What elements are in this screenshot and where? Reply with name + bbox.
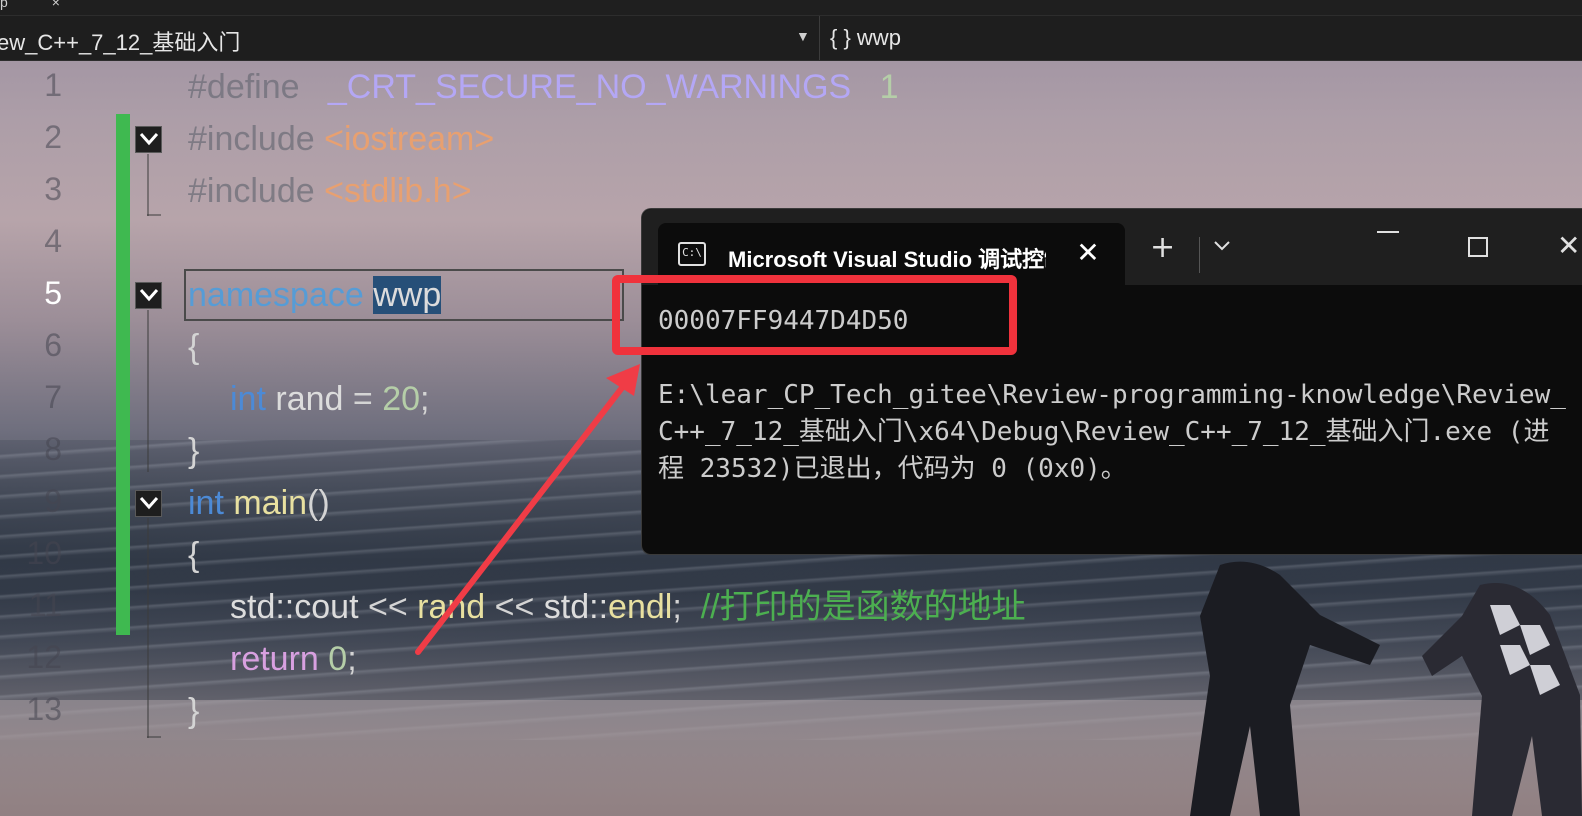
code-line-12: return 0;: [230, 640, 357, 678]
chevron-down-icon[interactable]: [1213, 237, 1231, 256]
fold-collapse-icon[interactable]: [135, 490, 162, 517]
line-number: 2: [44, 119, 62, 155]
maximize-icon[interactable]: [1468, 237, 1488, 257]
document-tab-label: p: [0, 0, 8, 10]
code-line-8: }: [188, 432, 200, 470]
fold-guide: [147, 736, 161, 738]
new-tab-icon[interactable]: +: [1150, 233, 1175, 263]
line-number: 4: [44, 223, 62, 259]
code-line-1: #define _CRT_SECURE_NO_WARNINGS 1: [188, 68, 899, 106]
change-indicator-bar: [116, 114, 130, 635]
chevron-down-icon: ▼: [796, 28, 810, 44]
code-line-13: }: [188, 692, 200, 730]
line-number: 12: [26, 639, 62, 675]
divider: [1199, 237, 1200, 273]
line-number-active: 5: [44, 275, 62, 311]
fold-guide: [147, 518, 149, 738]
code-line-9: int main(): [188, 484, 330, 522]
close-tab-icon[interactable]: ✕: [1070, 235, 1106, 271]
selected-identifier: wwp: [373, 276, 442, 314]
line-number: 1: [44, 67, 62, 103]
project-dropdown[interactable]: ew_C++_7_12_基础入门 ▼: [0, 16, 820, 60]
code-comment: //打印的是函数的地址: [700, 588, 1026, 626]
highlight-box: [612, 275, 1017, 355]
terminal-icon: C:\: [678, 242, 706, 266]
line-number: 7: [44, 379, 62, 415]
fold-collapse-icon[interactable]: [135, 282, 162, 309]
code-line-2: #include <iostream>: [188, 120, 495, 158]
code-line-10: {: [188, 536, 200, 574]
editor-navigation-bar: ew_C++_7_12_基础入门 ▼ { } wwp: [0, 15, 1582, 61]
fold-guide: [147, 310, 149, 472]
code-line-11: std::cout << rand << std::endl; //打印的是函数…: [230, 588, 1026, 626]
line-number: 6: [44, 327, 62, 363]
line-number: 3: [44, 171, 62, 207]
fold-guide: [147, 214, 161, 216]
tab-close-icon[interactable]: ×: [52, 0, 60, 10]
code-line-5: namespace wwp: [188, 276, 442, 314]
code-line-6: {: [188, 328, 200, 366]
fold-collapse-icon[interactable]: [135, 126, 162, 153]
fold-guide: [147, 154, 149, 216]
line-number: 8: [44, 431, 62, 467]
code-line-7: int rand = 20;: [230, 380, 430, 418]
debug-console-window[interactable]: C:\ Microsoft Visual Studio 调试控制台 ✕ + ✕ …: [641, 208, 1582, 555]
console-title-bar: C:\ Microsoft Visual Studio 调试控制台 ✕ + ✕: [642, 209, 1582, 285]
console-tab-title: Microsoft Visual Studio 调试控制台: [728, 247, 1046, 272]
line-number: 11: [28, 587, 62, 623]
close-window-icon[interactable]: ✕: [1557, 229, 1580, 262]
console-exit-message: E:\lear_CP_Tech_gitee\Review-programming…: [658, 380, 1566, 484]
minimize-icon[interactable]: [1377, 231, 1399, 233]
line-number: 9: [44, 483, 62, 519]
project-dropdown-label: ew_C++_7_12_基础入门: [0, 30, 241, 55]
scope-dropdown[interactable]: { } wwp: [830, 25, 901, 51]
line-number: 10: [26, 535, 62, 571]
code-line-3: #include <stdlib.h>: [188, 172, 472, 210]
title-strip: p ×: [0, 0, 1582, 15]
document-tab-fragment[interactable]: p ×: [0, 0, 60, 10]
line-number: 13: [26, 691, 62, 727]
